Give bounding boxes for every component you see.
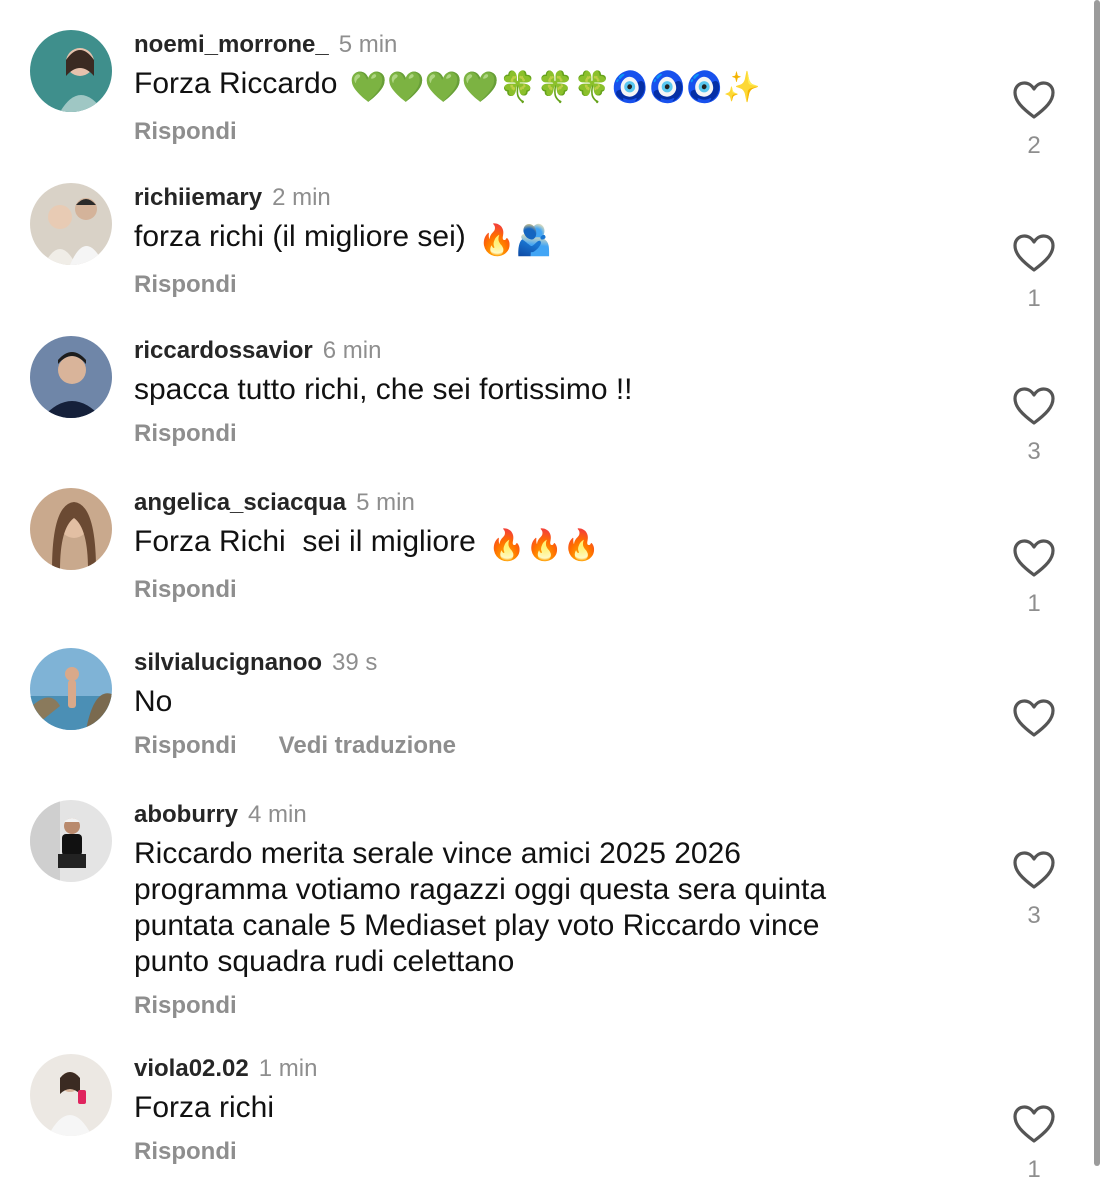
timestamp: 39 s [332,649,378,676]
reply-button[interactable]: Rispondi [134,992,237,1020]
comment-emoji: 💚💚💚💚🍀🍀🍀🧿🧿🧿✨ [349,71,761,104]
comment-text-content: Forza Riccardo [134,67,338,100]
username[interactable]: viola02.02 [134,1054,249,1084]
like-count: 3 [1027,438,1041,465]
like-count: 1 [1027,590,1041,617]
username[interactable]: riccardossavior [134,336,313,366]
avatar[interactable] [30,1054,112,1136]
like-group [1004,698,1064,738]
timestamp: 1 min [258,1055,318,1082]
timestamp: 5 min [338,31,398,58]
avatar[interactable] [30,488,112,570]
reply-button[interactable]: Rispondi [134,420,237,448]
timestamp: 5 min [356,489,415,516]
comment-body: viola02.02 1 min Forza richi Rispondi [134,1054,934,1166]
username[interactable]: aboburry [134,800,238,830]
comment-text: Forza richi [134,1090,934,1126]
reply-button[interactable]: Rispondi [134,118,237,146]
like-group: 1 [1004,538,1064,618]
like-count: 1 [1027,285,1041,312]
avatar[interactable] [30,183,112,265]
comment-body: noemi_morrone_ 5 min Forza Riccardo 💚💚💚💚🍀… [134,30,934,146]
timestamp: 2 min [272,184,331,211]
username[interactable]: noemi_morrone_ [134,30,329,60]
username[interactable]: richiiemary [134,183,262,213]
like-count: 2 [1027,132,1041,159]
comment-body: angelica_sciacqua 5 min Forza Richi sei i… [134,488,934,604]
comment-text-content: spacca tutto richi, che sei fortissimo !… [134,373,633,406]
scrollbar[interactable] [1094,0,1100,1166]
comment-body: silvialucignanoo 39 s No Rispondi Vedi tr… [134,648,934,760]
see-translation-button[interactable]: Vedi traduzione [279,732,456,760]
comment-text: spacca tutto richi, che sei fortissimo !… [134,372,934,408]
like-group: 3 [1004,850,1064,930]
reply-button[interactable]: Rispondi [134,271,237,299]
like-group: 2 [1004,80,1064,160]
reply-button[interactable]: Rispondi [134,1138,237,1166]
heart-icon[interactable] [1012,698,1056,738]
like-group: 3 [1004,386,1064,466]
heart-icon[interactable] [1012,1104,1056,1144]
comment-body: aboburry 4 min Riccardo merita serale vin… [134,800,934,1020]
comment-text-content: No [134,685,173,718]
comment-text-content: Forza Richi sei il migliore [134,525,476,558]
like-count: 1 [1027,1156,1041,1183]
comment-body: richiiemary 2 min forza richi (il miglior… [134,183,934,299]
timestamp: 6 min [322,337,382,364]
comment-text: Forza Richi sei il migliore 🔥🔥🔥 [134,524,934,564]
like-group: 1 [1004,233,1064,313]
like-group: 1 [1004,1104,1064,1184]
comment-text: Riccardo merita serale vince amici 2025 … [134,836,934,980]
heart-icon[interactable] [1012,538,1056,578]
username[interactable]: angelica_sciacqua [134,488,346,518]
comment-text-content: Riccardo merita serale vince amici 2025 … [134,837,827,978]
comment-text: Forza Riccardo 💚💚💚💚🍀🍀🍀🧿🧿🧿✨ [134,66,934,106]
avatar[interactable] [30,800,112,882]
timestamp: 4 min [248,801,307,828]
heart-icon[interactable] [1012,386,1056,426]
avatar[interactable] [30,648,112,730]
comment-text: No [134,684,934,720]
like-count: 3 [1027,902,1041,929]
reply-button[interactable]: Rispondi [134,732,237,760]
comment-emoji: 🔥🔥🔥 [488,529,601,562]
comment-text: forza richi (il migliore sei) 🔥🫂 [134,219,934,259]
username[interactable]: silvialucignanoo [134,648,322,678]
heart-icon[interactable] [1012,233,1056,273]
reply-button[interactable]: Rispondi [134,576,237,604]
comment-text-content: Forza richi [134,1091,275,1124]
avatar[interactable] [30,336,112,418]
comment-emoji: 🔥🫂 [478,224,553,257]
heart-icon[interactable] [1012,80,1056,120]
comment-body: riccardossavior 6 min spacca tutto richi,… [134,336,934,448]
heart-icon[interactable] [1012,850,1056,890]
comment-text-content: forza richi (il migliore sei) [134,220,466,253]
avatar[interactable] [30,30,112,112]
